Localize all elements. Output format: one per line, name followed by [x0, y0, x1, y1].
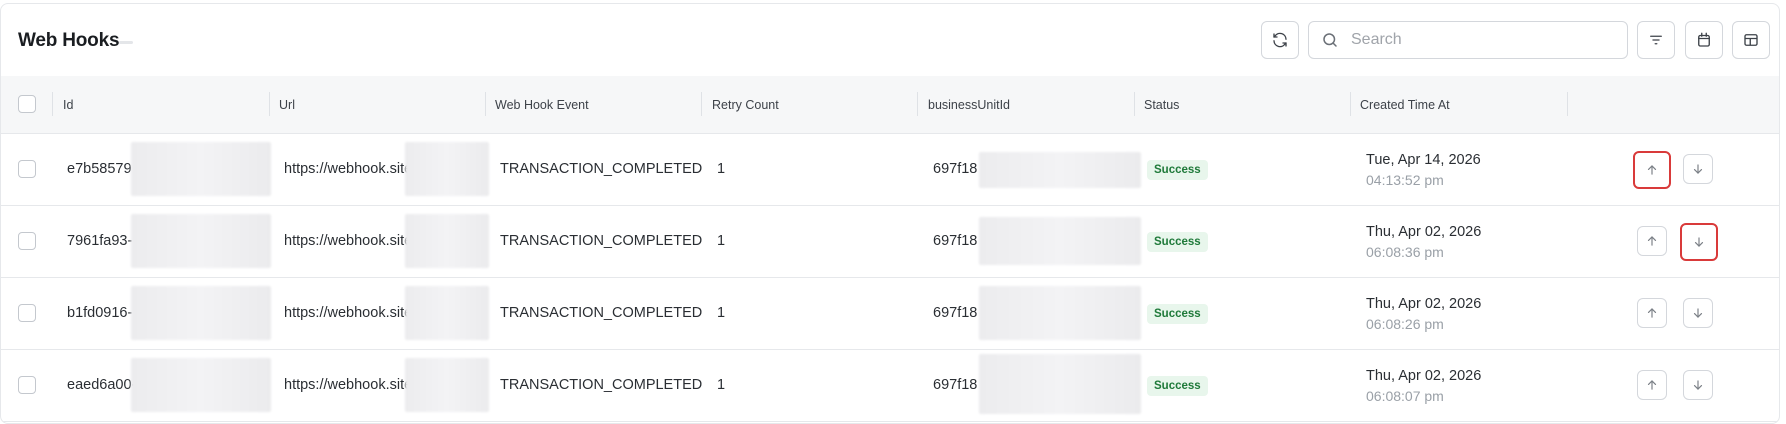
col-header-id[interactable]: Id: [63, 76, 73, 133]
cell-id: eaed6a00-: [67, 377, 137, 393]
search-icon: [1323, 33, 1337, 47]
cell-business-unit: 697f18: [933, 233, 978, 249]
status-badge: Success: [1147, 376, 1208, 396]
arrow-down-icon: [1693, 164, 1703, 174]
row-checkbox[interactable]: [18, 232, 36, 250]
arrow-down-icon: [1693, 380, 1703, 390]
search-input[interactable]: [1349, 30, 1623, 50]
calendar-button[interactable]: [1685, 21, 1723, 59]
status-badge: Success: [1147, 304, 1208, 324]
columns-icon: [1744, 34, 1758, 46]
column-separator: [269, 92, 270, 116]
redacted-area: [405, 286, 489, 340]
column-separator: [917, 92, 918, 116]
refresh-button[interactable]: [1261, 21, 1299, 59]
created-time: 06:08:36 pm: [1366, 244, 1444, 260]
col-header-business-unit[interactable]: businessUnitId: [928, 76, 1010, 133]
redacted-area: [979, 286, 1141, 340]
table-row[interactable]: eaed6a00- https://webhook.site/ TRANSACT…: [1, 349, 1779, 422]
status-badge: Success: [1147, 160, 1208, 180]
move-up-button[interactable]: [1637, 370, 1667, 400]
created-date: Thu, Apr 02, 2026: [1366, 224, 1482, 240]
cell-url[interactable]: https://webhook.site/: [284, 349, 416, 421]
move-up-button[interactable]: [1633, 151, 1671, 189]
created-time: 06:08:07 pm: [1366, 388, 1444, 404]
redacted-area: [405, 214, 489, 268]
column-separator: [1350, 92, 1351, 116]
arrow-up-icon: [1647, 236, 1657, 246]
col-header-created[interactable]: Created Time At: [1360, 76, 1450, 133]
status-badge: Success: [1147, 232, 1208, 252]
table-header: Id Url Web Hook Event Retry Count busine…: [1, 76, 1779, 134]
created-time: 06:08:26 pm: [1366, 316, 1444, 332]
cell-retry: 1: [717, 377, 726, 393]
arrow-up-icon: [1647, 308, 1657, 318]
redacted-area: [979, 354, 1141, 414]
cell-url[interactable]: https://webhook.site/: [284, 133, 416, 205]
cell-event: TRANSACTION_COMPLETED: [500, 161, 703, 177]
cell-business-unit: 697f18: [933, 161, 978, 177]
filter-button[interactable]: [1637, 21, 1675, 59]
move-down-button[interactable]: [1683, 298, 1713, 328]
column-separator: [1567, 92, 1568, 116]
move-up-button[interactable]: [1637, 226, 1667, 256]
table-row[interactable]: e7b58579 https://webhook.site/ TRANSACTI…: [1, 133, 1779, 206]
search-box[interactable]: [1308, 21, 1628, 59]
cell-event: TRANSACTION_COMPLETED: [500, 377, 703, 393]
arrow-up-icon: [1647, 165, 1657, 175]
webhooks-panel: Web Hooks Id Url Web Hook Event Retry Co…: [0, 3, 1780, 424]
cell-retry: 1: [717, 161, 726, 177]
row-checkbox[interactable]: [18, 376, 36, 394]
redacted-area: [131, 286, 271, 340]
col-header-event[interactable]: Web Hook Event: [495, 76, 589, 133]
row-checkbox[interactable]: [18, 304, 36, 322]
created-date: Thu, Apr 02, 2026: [1366, 368, 1482, 384]
table-row[interactable]: b1fd0916- https://webhook.site/ TRANSACT…: [1, 277, 1779, 350]
col-header-retry[interactable]: Retry Count: [712, 76, 779, 133]
cell-business-unit: 697f18: [933, 377, 978, 393]
move-down-button[interactable]: [1680, 223, 1718, 261]
redacted-area: [405, 142, 489, 196]
filter-icon: [1650, 35, 1662, 45]
cell-id: 7961fa93-: [67, 233, 133, 249]
arrow-down-icon: [1694, 237, 1704, 247]
column-separator: [485, 92, 486, 116]
arrow-up-icon: [1647, 380, 1657, 390]
table-row[interactable]: 7961fa93- https://webhook.site/ TRANSACT…: [1, 205, 1779, 278]
redacted-area: [405, 358, 489, 412]
move-down-button[interactable]: [1683, 370, 1713, 400]
redacted-area: [979, 152, 1141, 188]
redacted-area: [131, 142, 271, 196]
refresh-icon: [1273, 32, 1287, 48]
col-header-url[interactable]: Url: [279, 76, 295, 133]
cell-retry: 1: [717, 305, 726, 321]
columns-button[interactable]: [1732, 21, 1770, 59]
move-up-button[interactable]: [1637, 298, 1667, 328]
created-date: Tue, Apr 14, 2026: [1366, 152, 1481, 168]
page-title: Web Hooks: [18, 30, 120, 51]
column-separator: [701, 92, 702, 116]
cell-retry: 1: [717, 233, 726, 249]
cell-id: b1fd0916-: [67, 305, 133, 321]
col-header-status[interactable]: Status: [1144, 76, 1179, 133]
calendar-icon: [1698, 32, 1710, 47]
cell-url[interactable]: https://webhook.site/: [284, 277, 416, 349]
cell-event: TRANSACTION_COMPLETED: [500, 233, 703, 249]
count-placeholder: [119, 41, 133, 44]
row-checkbox[interactable]: [18, 160, 36, 178]
created-date: Thu, Apr 02, 2026: [1366, 296, 1482, 312]
cell-event: TRANSACTION_COMPLETED: [500, 305, 703, 321]
redacted-area: [979, 217, 1141, 265]
cell-id: e7b58579: [67, 161, 132, 177]
arrow-down-icon: [1693, 308, 1703, 318]
redacted-area: [131, 214, 271, 268]
redacted-area: [131, 358, 271, 412]
cell-business-unit: 697f18: [933, 305, 978, 321]
move-down-button[interactable]: [1683, 154, 1713, 184]
cell-url[interactable]: https://webhook.site/: [284, 205, 416, 277]
column-separator: [1134, 92, 1135, 116]
created-time: 04:13:52 pm: [1366, 172, 1444, 188]
select-all-checkbox[interactable]: [18, 95, 36, 113]
column-separator: [52, 92, 53, 116]
